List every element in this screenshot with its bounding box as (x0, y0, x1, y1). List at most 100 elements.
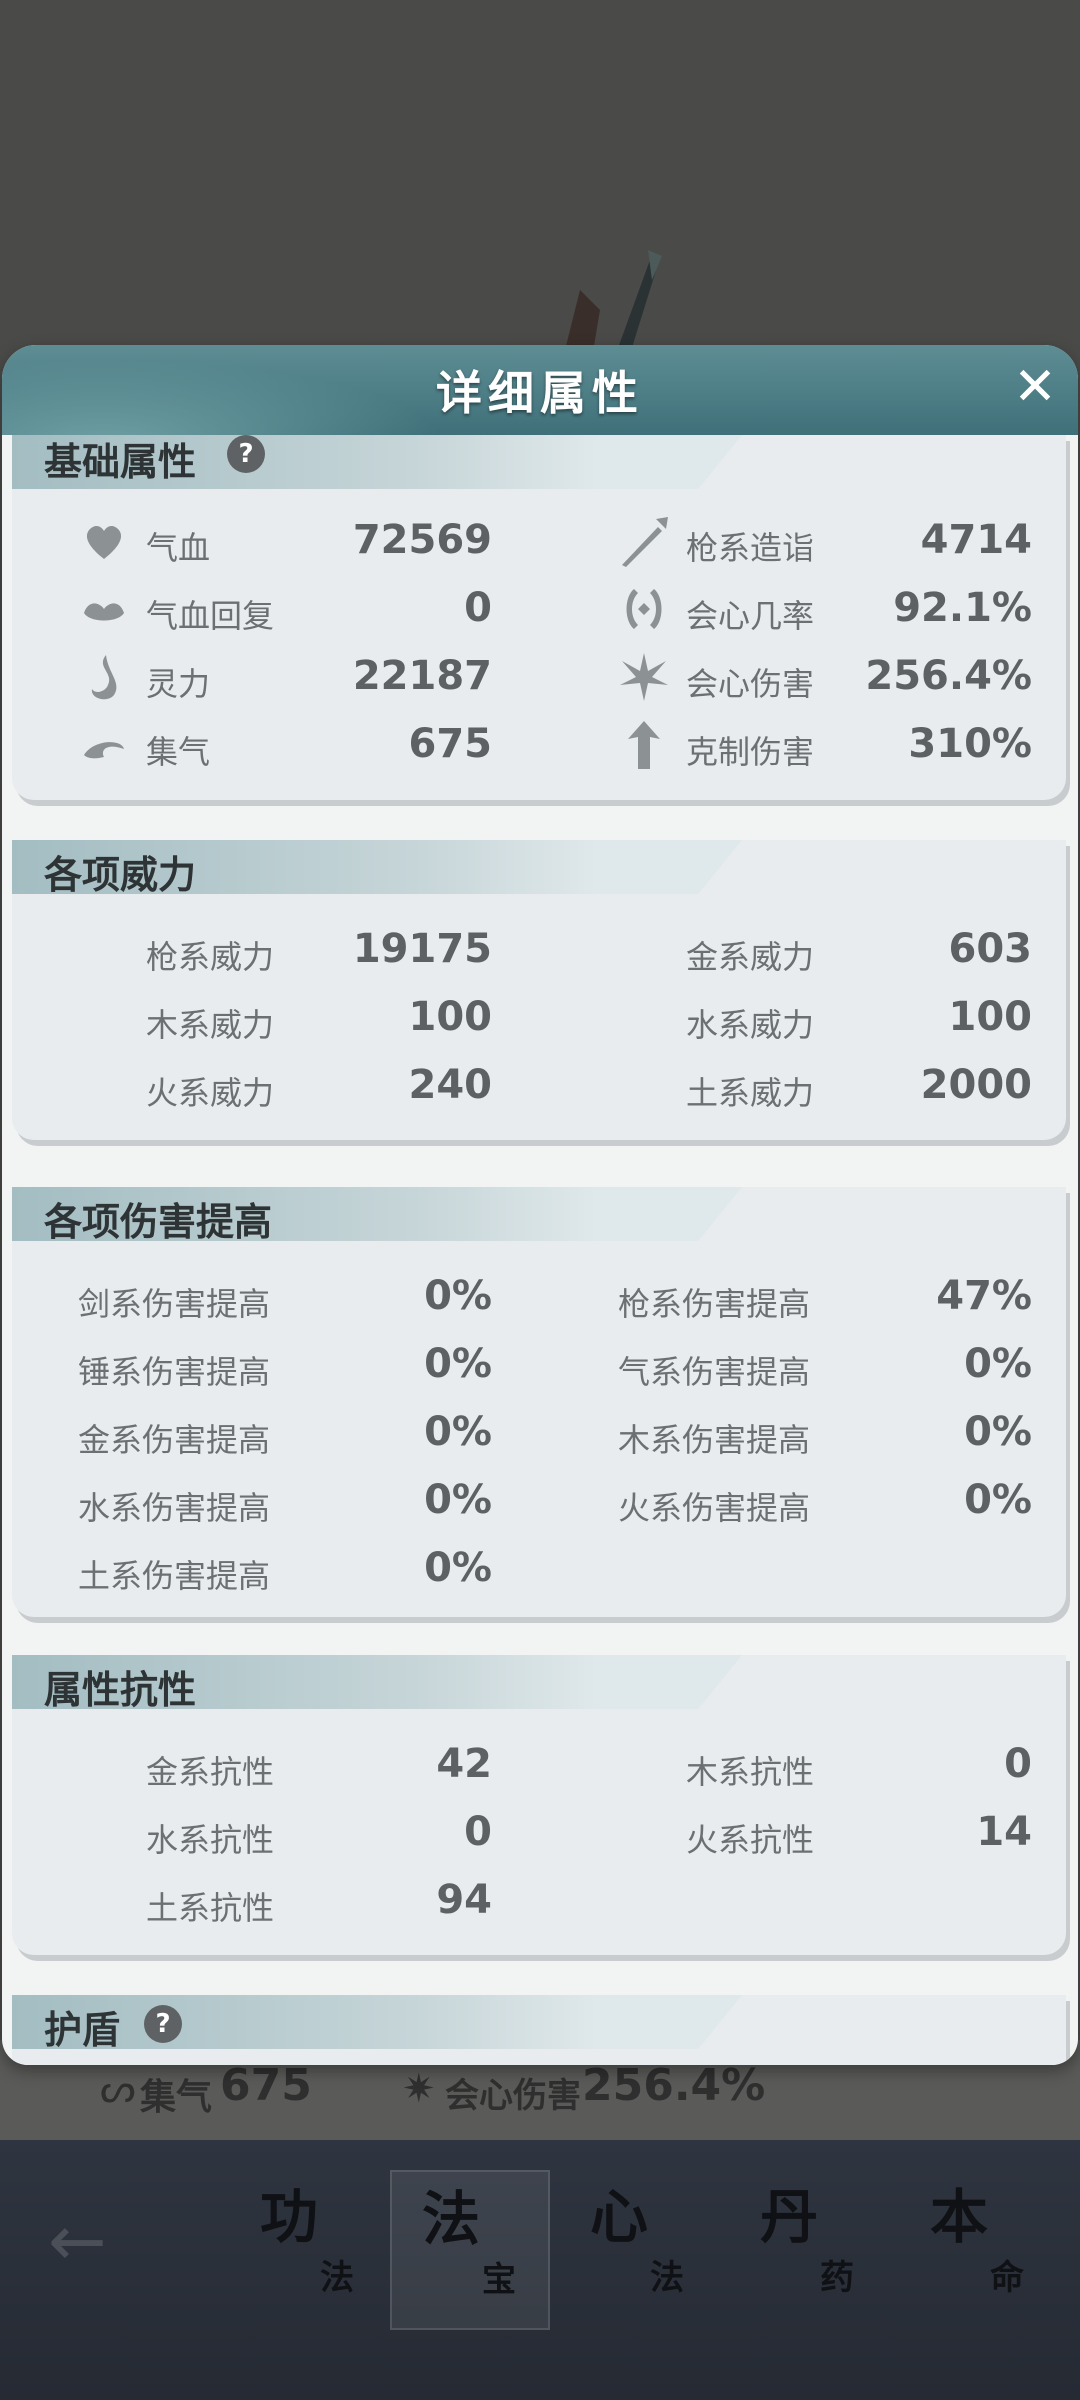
nav-item-big: 功 (260, 2183, 319, 2251)
stat-label: 气系伤害提高 (618, 1353, 811, 1391)
stat-label: 火系威力 (146, 1074, 275, 1112)
counter-icon (628, 721, 660, 769)
nav-item-benming[interactable]: 本 命 (900, 2170, 1060, 2330)
bottom-nav: ← 功 法 法 宝 心 法 丹 药 本 命 (0, 2140, 1080, 2400)
stat-value: 240 (408, 1062, 493, 1108)
help-icon[interactable]: ? (227, 435, 265, 473)
stat-label: 金系伤害提高 (78, 1421, 271, 1459)
crit-chance-icon (626, 589, 662, 629)
stat-value: 0% (964, 1341, 1032, 1387)
stat-value: 0% (424, 1545, 492, 1591)
nav-item-small: 药 (820, 2258, 854, 2298)
close-icon[interactable]: ✕ (1007, 359, 1063, 415)
stat-label: 金系威力 (686, 938, 815, 976)
stat-label: 水系抗性 (146, 1821, 275, 1859)
stat-value: 72569 (352, 517, 492, 563)
section-resistance: 属性抗性 金系抗性 42 水系抗性 0 土系抗性 94 木系抗性 0 火系抗性 … (12, 1655, 1066, 1955)
section-title: 各项伤害提高 (44, 1200, 273, 1244)
stat-value: 4714 (920, 517, 1032, 563)
section-title: 护盾 (44, 2008, 121, 2052)
stat-label: 土系抗性 (146, 1889, 275, 1927)
stat-value: 0% (964, 1409, 1032, 1455)
bg-stat-value-2: 256.4% (582, 2060, 766, 2111)
nav-item-big: 心 (590, 2183, 649, 2251)
section-title: 各项威力 (44, 853, 197, 897)
stat-value: 19175 (352, 926, 492, 972)
help-icon[interactable]: ? (144, 2005, 182, 2043)
stat-value: 0% (424, 1341, 492, 1387)
stat-value: 42 (436, 1741, 492, 1787)
nav-item-small: 法 (650, 2258, 684, 2298)
stat-label: 枪系造诣 (686, 529, 815, 567)
stat-label: 会心几率 (686, 597, 815, 635)
stat-label: 克制伤害 (686, 733, 815, 771)
section-basic: 基础属性 ? 气血 72569 气血回复 0 灵力 22187 集气 675 枪… (12, 435, 1066, 800)
nav-item-small: 命 (990, 2258, 1024, 2298)
stat-value: 2000 (920, 1062, 1032, 1108)
stat-value: 14 (976, 1809, 1032, 1855)
stat-value: 0 (464, 1809, 492, 1855)
stat-label: 枪系威力 (146, 938, 275, 976)
stat-label: 水系威力 (686, 1006, 815, 1044)
stat-label: 金系抗性 (146, 1753, 275, 1791)
nav-item-small: 法 (320, 2258, 354, 2298)
stat-label: 集气 (146, 733, 211, 771)
section-shield: 护盾 ? (12, 1995, 1066, 2065)
stat-value: 675 (408, 721, 493, 767)
stat-label: 火系抗性 (686, 1821, 815, 1859)
stat-label: 气血 (146, 529, 211, 567)
section-damage-boost: 各项伤害提高 剑系伤害提高 0% 锤系伤害提高 0% 金系伤害提高 0% 水系伤… (12, 1187, 1066, 1617)
attributes-scroll-area[interactable]: 基础属性 ? 气血 72569 气血回复 0 灵力 22187 集气 675 枪… (2, 435, 1078, 2065)
stat-value: 92.1% (893, 585, 1032, 631)
crit-damage-icon (620, 653, 668, 701)
stat-value: 100 (948, 994, 1033, 1040)
stat-value: 94 (436, 1877, 492, 1923)
crit-damage-icon: ✷ (402, 2066, 436, 2112)
heal-icon (84, 603, 124, 621)
qi-swirl-icon (84, 742, 124, 759)
stat-label: 剑系伤害提高 (78, 1285, 271, 1323)
section-title: 属性抗性 (44, 1668, 197, 1712)
stat-value: 22187 (352, 653, 492, 699)
bg-stat-label-2: 会心伤害 (445, 2076, 581, 2116)
stat-value: 0% (424, 1477, 492, 1523)
stat-label: 火系伤害提高 (618, 1489, 811, 1527)
stat-label: 锤系伤害提高 (78, 1353, 271, 1391)
section-title: 基础属性 (44, 440, 197, 484)
dialog-title: 详细属性 (436, 366, 644, 420)
stat-value: 310% (908, 721, 1032, 767)
section-header (12, 1995, 742, 2049)
bg-stat-label: 集气 (140, 2077, 213, 2118)
stat-label: 土系威力 (686, 1074, 815, 1112)
stat-value: 0% (424, 1409, 492, 1455)
nav-item-big: 本 (930, 2183, 989, 2251)
detail-attributes-dialog: 详细属性 ✕ 基础属性 ? 气血 72569 气血回复 0 灵力 22187 集… (2, 345, 1078, 2065)
nav-item-danyao[interactable]: 丹 药 (730, 2170, 890, 2330)
back-arrow-icon[interactable]: ← (48, 2200, 107, 2282)
stat-value: 603 (948, 926, 1033, 972)
stat-value: 100 (408, 994, 493, 1040)
spear-icon (622, 517, 668, 567)
stat-value: 0 (464, 585, 492, 631)
bg-stat-value: 675 (220, 2060, 312, 2111)
nav-item-gongfa[interactable]: 功 法 (230, 2170, 390, 2330)
stat-label: 木系威力 (146, 1006, 275, 1044)
stat-value: 256.4% (865, 653, 1032, 699)
stat-label: 枪系伤害提高 (618, 1285, 811, 1323)
nav-item-xinfa[interactable]: 心 法 (560, 2170, 720, 2330)
stat-label: 灵力 (146, 665, 211, 703)
stat-value: 0% (964, 1477, 1032, 1523)
qi-swirl-icon: ᔕ (100, 2066, 136, 2112)
stat-label: 木系伤害提高 (618, 1421, 811, 1459)
stat-label: 会心伤害 (686, 665, 815, 703)
section-power: 各项威力 枪系威力 19175 木系威力 100 火系威力 240 金系威力 6… (12, 840, 1066, 1140)
heart-icon (86, 525, 122, 559)
nav-item-small: 宝 (482, 2260, 516, 2300)
nav-item-big: 丹 (760, 2183, 819, 2251)
stat-label: 土系伤害提高 (78, 1557, 271, 1595)
stat-value: 0 (1004, 1741, 1032, 1787)
nav-item-fabao[interactable]: 法 宝 (390, 2170, 550, 2330)
stat-label: 气血回复 (146, 597, 275, 635)
stat-label: 木系抗性 (686, 1753, 815, 1791)
nav-item-big: 法 (422, 2185, 481, 2253)
